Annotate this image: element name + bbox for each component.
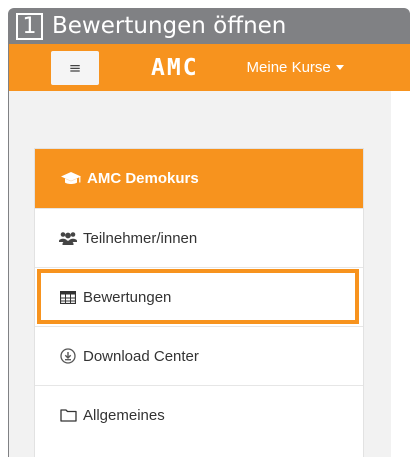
folder-icon: [59, 407, 77, 423]
nav-drawer: AMC Demokurs Teilnehmer/innen Bewertunge…: [9, 91, 391, 457]
nav-item-label: Teilnehmer/innen: [83, 229, 198, 247]
nav-item-download-center[interactable]: Download Center: [35, 326, 363, 385]
users-icon: [59, 230, 77, 246]
nav-item-label: Allgemeines: [83, 406, 165, 424]
nav-item-label: Bewertungen: [83, 288, 172, 306]
top-navbar: ≡ AMC Meine Kurse: [9, 44, 410, 91]
table-icon: [59, 289, 77, 305]
brand-logo[interactable]: AMC: [151, 55, 199, 81]
step-title: Bewertungen öffnen: [52, 13, 287, 39]
nav-item-general[interactable]: Allgemeines: [35, 385, 363, 444]
download-circle-icon: [59, 348, 77, 364]
course-header[interactable]: AMC Demokurs: [35, 149, 363, 208]
hamburger-icon: ≡: [68, 58, 82, 77]
nav-item-label: Download Center: [83, 347, 199, 365]
my-courses-label: Meine Kurse: [246, 59, 331, 76]
menu-toggle-button[interactable]: ≡: [51, 50, 99, 85]
nav-item-grades[interactable]: Bewertungen: [35, 267, 363, 326]
step-header: 1 Bewertungen öffnen: [8, 8, 410, 44]
graduation-cap-icon: [61, 171, 81, 184]
app-screenshot: ≡ AMC Meine Kurse AMC Demokurs Teilnehme…: [9, 44, 410, 457]
step-number: 1: [16, 12, 43, 40]
course-title: AMC Demokurs: [87, 170, 199, 187]
nav-item-participants[interactable]: Teilnehmer/innen: [35, 208, 363, 267]
caret-down-icon: [335, 65, 344, 70]
my-courses-menu[interactable]: Meine Kurse: [247, 59, 344, 76]
tutorial-frame: 1 Bewertungen öffnen ≡ AMC Meine Kurse A…: [8, 8, 410, 457]
course-nav-block: AMC Demokurs Teilnehmer/innen Bewertunge…: [34, 148, 364, 457]
